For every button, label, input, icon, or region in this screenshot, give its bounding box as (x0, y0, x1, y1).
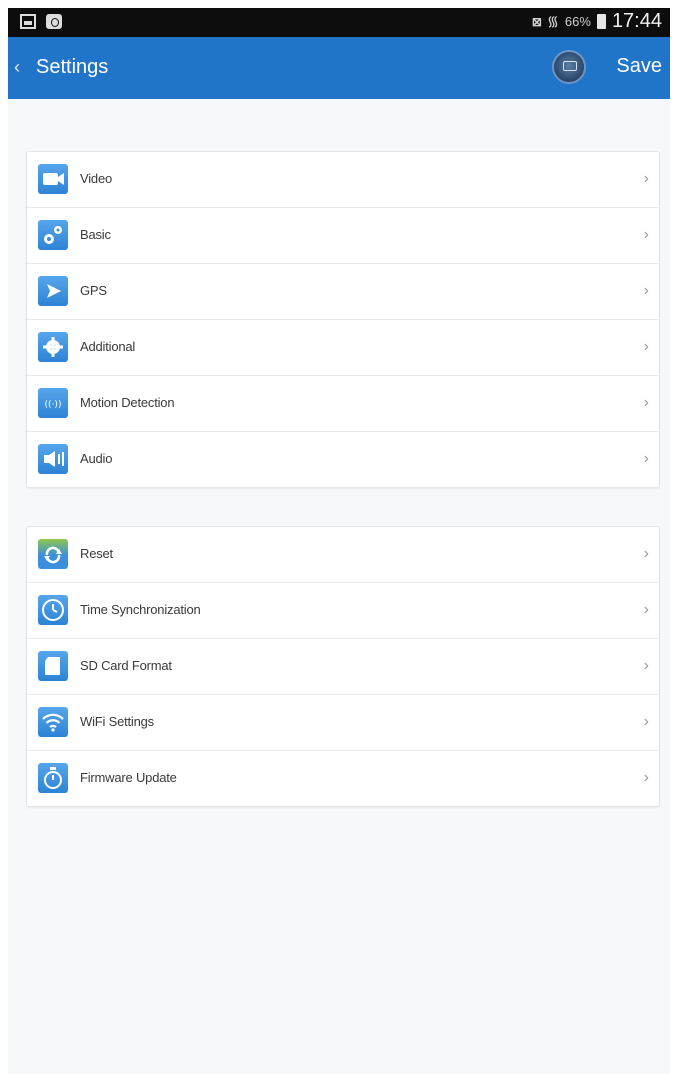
chevron-right-icon: › (643, 450, 649, 467)
settings-item-additional[interactable]: Additional › (27, 320, 659, 376)
speaker-icon (38, 444, 68, 474)
notification-icons (20, 14, 62, 29)
chevron-right-icon: › (643, 170, 649, 187)
settings-group-system: Reset › Time Synchronization › SD Card F… (26, 526, 660, 807)
settings-item-label: Firmware Update (80, 770, 177, 785)
settings-item-label: Video (80, 171, 113, 186)
clock: 17:44 (611, 10, 662, 32)
motion-detection-icon: ((·)) (38, 388, 68, 418)
chevron-right-icon: › (643, 657, 649, 674)
chevron-right-icon: › (643, 713, 649, 730)
settings-item-sd-card-format[interactable]: SD Card Format › (27, 639, 659, 695)
settings-item-audio[interactable]: Audio › (27, 432, 659, 487)
settings-item-label: Basic (80, 227, 111, 242)
svg-text:((·)): ((·)) (45, 400, 62, 410)
record-camera-icon[interactable] (552, 50, 586, 84)
gps-icon (38, 276, 68, 306)
chevron-right-icon: › (643, 226, 649, 243)
chevron-right-icon: › (643, 769, 649, 786)
settings-item-motion-detection[interactable]: ((·)) Motion Detection › (27, 376, 659, 432)
reset-icon (38, 539, 68, 569)
settings-item-time-synchronization[interactable]: Time Synchronization › (27, 583, 659, 639)
chevron-right-icon: › (643, 394, 649, 411)
battery-icon (596, 14, 606, 29)
battery-percent: 66% (564, 14, 591, 29)
settings-item-label: Reset (80, 546, 113, 561)
chat-notification-icon (46, 14, 62, 29)
gears-icon (38, 220, 68, 250)
app-bar: ‹ Settings Save (8, 37, 670, 99)
sd-card-icon (38, 651, 68, 681)
settings-item-basic[interactable]: Basic › (27, 208, 659, 264)
back-chevron-icon[interactable]: ‹ (14, 57, 28, 77)
settings-item-firmware-update[interactable]: Firmware Update › (27, 751, 659, 806)
nfc-icon: ⊠ (531, 14, 542, 29)
status-bar: ⊠ ᯾ 66% 17:44 (8, 8, 670, 37)
phone-screen: ⊠ ᯾ 66% 17:44 ‹ Settings Save Video › Ba… (8, 8, 670, 1074)
settings-item-reset[interactable]: Reset › (27, 527, 659, 583)
settings-item-gps[interactable]: GPS › (27, 264, 659, 320)
video-camera-icon (38, 164, 68, 194)
settings-item-label: GPS (80, 283, 107, 298)
settings-group-device: Video › Basic › GPS › Additional › ((·))… (26, 151, 660, 488)
settings-item-wifi-settings[interactable]: WiFi Settings › (27, 695, 659, 751)
firmware-update-icon (38, 763, 68, 793)
chevron-right-icon: › (643, 282, 649, 299)
settings-item-label: WiFi Settings (80, 714, 154, 729)
settings-item-label: Additional (80, 339, 136, 354)
settings-item-label: SD Card Format (80, 658, 172, 673)
gallery-notification-icon (20, 14, 36, 29)
chevron-right-icon: › (643, 601, 649, 618)
settings-item-video[interactable]: Video › (27, 152, 659, 208)
settings-item-label: Time Synchronization (80, 602, 201, 617)
status-indicators: ⊠ ᯾ 66% 17:44 (532, 10, 662, 33)
clock-icon (38, 595, 68, 625)
page-title[interactable]: Settings (36, 56, 108, 79)
wifi-signal-icon: ᯾ (546, 13, 559, 29)
save-button[interactable]: Save (616, 55, 662, 78)
wifi-icon (38, 707, 68, 737)
chevron-right-icon: › (643, 338, 649, 355)
settings-item-label: Audio (80, 451, 113, 466)
chevron-right-icon: › (643, 545, 649, 562)
gear-icon (38, 332, 68, 362)
settings-item-label: Motion Detection (80, 395, 175, 410)
